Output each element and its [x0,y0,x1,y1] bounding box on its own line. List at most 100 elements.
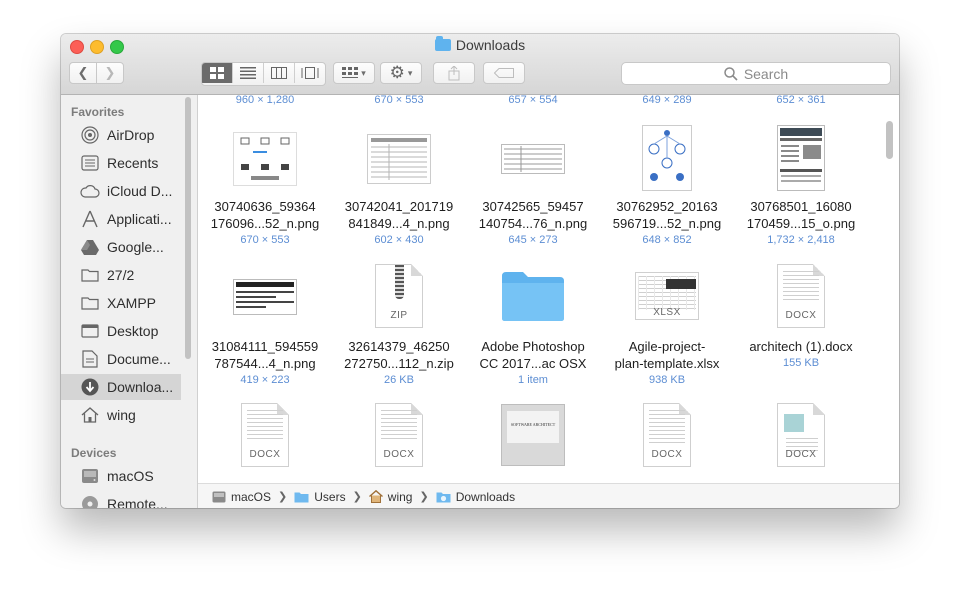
google-drive-icon [80,237,100,257]
file-item[interactable]: XLSX Agile-project- plan-template.xlsx 9… [600,259,734,389]
icon-view-button[interactable] [202,63,233,83]
file-meta: 419 × 223 [240,374,290,386]
search-field[interactable]: Search [621,62,891,85]
arrange-button[interactable]: ▾ [333,62,375,84]
file-name-line1: 32614379_46250 [348,339,450,354]
file-name-line1: Agile-project- [628,339,706,354]
cloud-icon [80,181,100,201]
sidebar-item-xampp[interactable]: XAMPP [61,290,181,316]
airdrop-icon [80,125,100,145]
page-fold [411,264,423,276]
spreadsheet-preview: XLSX [635,272,699,320]
file-type-badge: DOCX [651,449,683,460]
applications-icon [80,209,100,229]
sidebar-item-27-2[interactable]: 27/2 [61,262,181,288]
chevron-down-icon: ▾ [361,67,366,78]
file-item[interactable]: DOCX architech (1).docx 155 KB [734,259,868,389]
back-button[interactable]: ❮ [69,62,97,84]
file-item[interactable]: 30742565_59457 140754...76_n.png 645 × 2… [466,119,600,249]
file-item[interactable]: 30740636_59364 176096...52_n.png 670 × 5… [198,119,332,249]
file-name-line1: 30762952_20163 [616,199,718,214]
sidebar-item-icloud[interactable]: iCloud D... [61,178,181,204]
forward-button[interactable]: ❯ [96,62,124,84]
sidebar-item-airdrop[interactable]: AirDrop [61,122,181,148]
file-item[interactable]: Adobe Photoshop CC 2017...ac OSX 1 item [466,259,600,389]
document-text-lines [783,271,819,301]
file-item[interactable]: 31084111_594559 787544...4_n.png 419 × 2… [198,259,332,389]
file-item[interactable]: SOFTWARE ARCHITECT [466,399,600,483]
file-item[interactable]: DOCX [600,399,734,483]
file-name-line2: 596719...52_n.png [612,216,722,231]
path-item-users[interactable]: Users [294,490,346,504]
favorites-header: Favorites [71,105,125,119]
file-meta: 657 × 554 [508,95,558,106]
file-name-line1: 30740636_59364 [214,199,316,214]
file-type-badge: DOCX [785,449,817,460]
docx-file-icon: DOCX [769,401,833,469]
list-view-button[interactable] [233,63,264,83]
file-meta: 26 KB [384,374,414,386]
home-icon [368,490,383,503]
file-item[interactable]: DOCX [198,399,332,483]
document-text-lines [649,410,685,446]
docx-file-icon: DOCX [233,401,297,469]
sidebar-scrollbar[interactable] [185,97,191,359]
sidebar-item-desktop[interactable]: Desktop [61,318,181,344]
file-meta: 645 × 273 [508,234,558,246]
file-meta: 938 KB [648,374,686,386]
sidebar-item-wing[interactable]: wing [61,402,181,428]
page-fold [813,403,825,415]
devices-header: Devices [71,446,117,460]
arrange-icon [342,67,359,78]
chevron-right-icon: ❯ [352,491,362,503]
sidebar-item-label: macOS [107,468,154,484]
file-item[interactable]: DOCX [734,399,868,483]
file-meta: 155 KB [782,357,820,369]
share-button[interactable] [433,62,475,84]
file-name-line2: 841849...4_n.png [348,216,450,231]
column-view-button[interactable] [264,63,295,83]
content-scrollbar[interactable] [886,121,893,159]
sidebar-item-label: wing [107,407,136,423]
path-label: wing [387,489,413,504]
action-button[interactable]: ⚙ ▾ [380,62,422,84]
document-page: DOCX [375,403,423,467]
path-item-wing[interactable]: wing [368,489,413,504]
window-title: Downloads [61,36,899,53]
file-item[interactable]: DOCX [332,399,466,483]
share-icon [448,65,460,80]
file-meta: 652 × 361 [776,95,826,106]
file-type-badge: DOCX [383,449,415,460]
chevron-right-icon: ❯ [278,491,288,503]
file-item[interactable]: 30768501_16080 170459...15_o.png 1,732 ×… [734,119,868,249]
image-thumbnail [635,123,699,193]
home-icon [80,405,100,425]
tag-icon [494,68,514,78]
sidebar-item-recents[interactable]: Recents [61,150,181,176]
file-item[interactable]: ZIP 32614379_46250 272750...112_n.zip 26… [332,259,466,389]
file-item[interactable]: 30762952_20163 596719...52_n.png 648 × 8… [600,119,734,249]
sidebar-item-documents[interactable]: Docume... [61,346,181,372]
spreadsheet-bar [666,279,696,289]
file-item[interactable]: 30742041_201719 841849...4_n.png 602 × 4… [332,119,466,249]
file-meta: 670 × 553 [374,95,424,106]
file-name-line2: plan-template.xlsx [614,356,720,371]
gallery-view-icon [301,67,319,79]
tags-button[interactable] [483,62,525,84]
path-item-macos[interactable]: macOS [212,490,271,504]
sidebar-item-label: Applicati... [107,211,172,227]
sidebar-item-applications[interactable]: Applicati... [61,206,181,232]
path-item-downloads[interactable]: Downloads [436,490,515,504]
sidebar-item-remote-disc[interactable]: Remote... [61,491,181,508]
hard-drive-icon [80,466,100,486]
document-text-lines [247,410,283,440]
file-meta: 1 item [518,374,548,386]
sidebar-item-label: iCloud D... [107,183,173,199]
column-view-icon [271,67,287,79]
gallery-view-button[interactable] [295,63,325,83]
sidebar-item-google-drive[interactable]: Google... [61,234,181,260]
sidebar-item-downloads[interactable]: Downloa... [61,374,181,400]
docx-file-icon: DOCX [367,401,431,469]
sidebar-item-macos[interactable]: macOS [61,463,181,489]
view-mode-control [201,62,326,86]
